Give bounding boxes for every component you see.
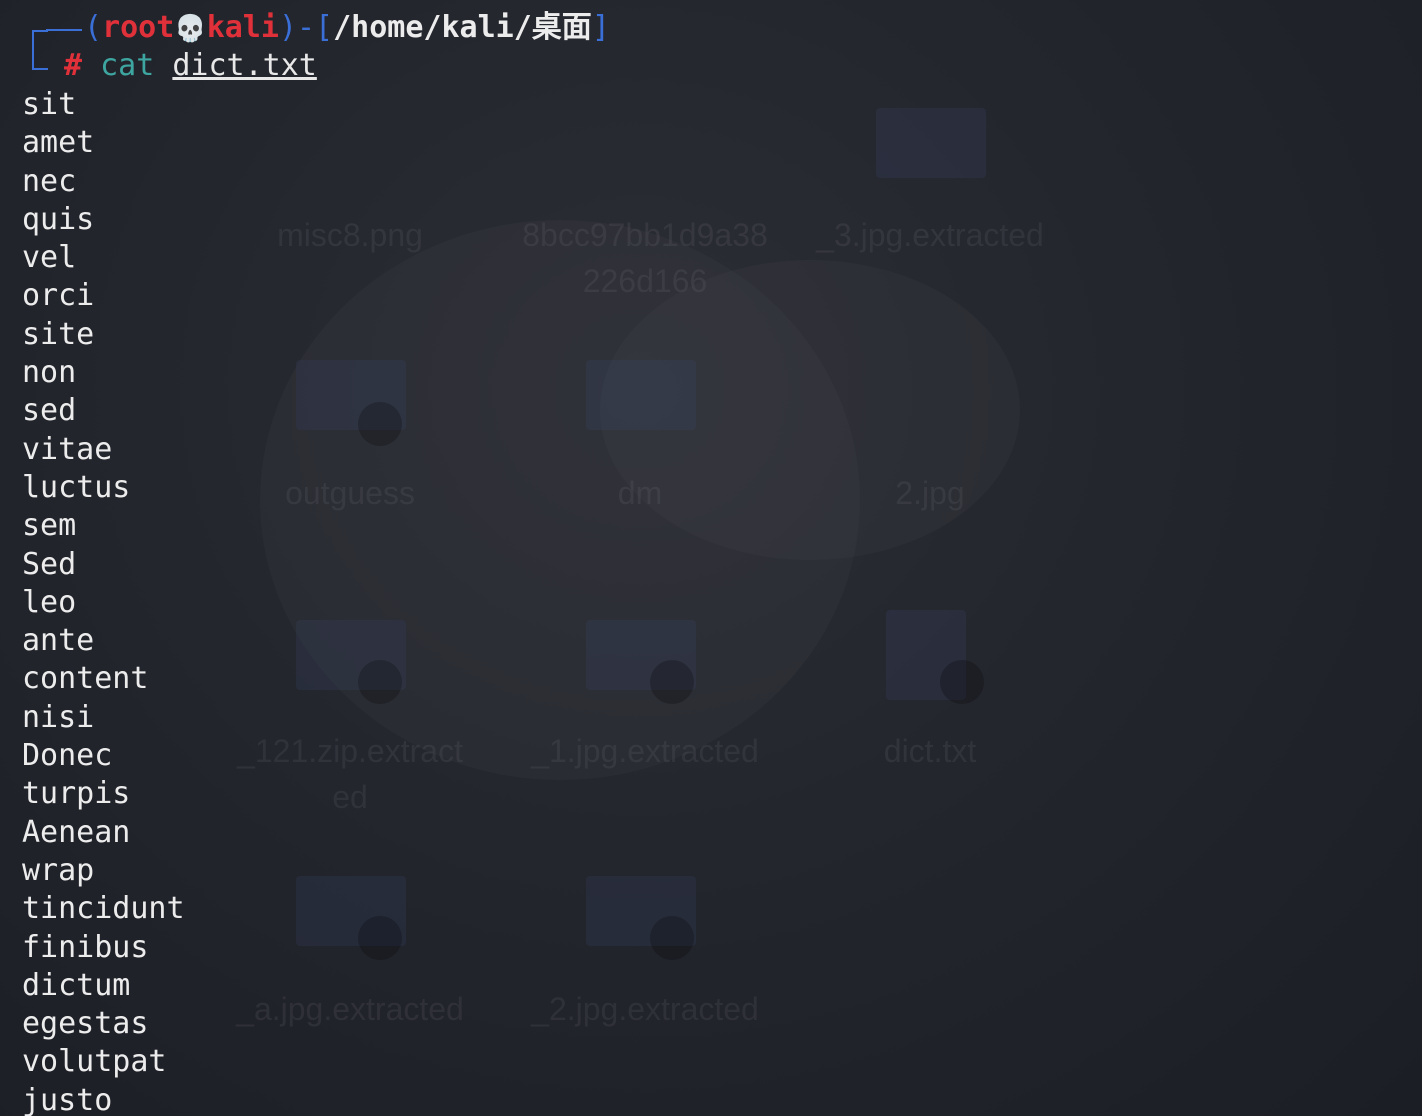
output-line: nec: [22, 163, 77, 199]
output-line: vel: [22, 240, 77, 276]
lock-icon: [650, 916, 694, 960]
output-line: turpis: [22, 776, 131, 812]
prompt-symbol: #: [64, 48, 83, 83]
output-line: wrap: [22, 852, 95, 888]
prompt-corner-line: [32, 30, 48, 70]
prompt-user: root: [102, 10, 175, 45]
output-line: Sed: [22, 546, 77, 582]
desktop-icon-label: _1.jpg.extracted: [531, 733, 759, 769]
desktop-icon-label: outguess: [285, 475, 415, 511]
output-line: volutpat: [22, 1044, 167, 1080]
lock-icon: [650, 660, 694, 704]
output-line: non: [22, 355, 77, 391]
output-line: egestas: [22, 1006, 149, 1042]
lock-icon: [358, 916, 402, 960]
output-line: site: [22, 316, 95, 352]
desktop-icon-label: 8bcc97bb1d9a38226d166: [522, 217, 768, 299]
desktop-icon-label: _a.jpg.extracted: [236, 991, 464, 1027]
lock-icon: [358, 660, 402, 704]
output-line: luctus: [22, 469, 131, 505]
lock-icon: [358, 402, 402, 446]
prompt-header: (root💀kali)-[/home/kali/桌面]: [84, 10, 610, 45]
output-line: dictum: [22, 967, 131, 1003]
desktop-wallpaper: misc8.png 8bcc97bb1d9a38226d166 _3.jpg.e…: [0, 0, 1422, 1116]
command-argument: dict.txt: [172, 48, 317, 83]
output-line: Aenean: [22, 814, 131, 850]
desktop-icon-label: _121.zip.extracted: [237, 733, 463, 815]
terminal-window[interactable]: misc8.png 8bcc97bb1d9a38226d166 _3.jpg.e…: [0, 0, 1422, 1116]
desktop-icon-label: misc8.png: [277, 217, 423, 253]
output-line: quis: [22, 201, 95, 237]
lock-icon: [940, 660, 984, 704]
desktop-icon-label: _2.jpg.extracted: [531, 991, 759, 1027]
command-name: cat: [100, 48, 155, 83]
output-line: Donec: [22, 738, 113, 774]
skull-icon: 💀: [174, 14, 207, 44]
desktop-icon-label: dict.txt: [883, 733, 977, 769]
command-line[interactable]: # cat dict.txt: [64, 46, 317, 86]
prompt-corner-line: [46, 29, 82, 31]
desktop-icon-label: _3.jpg.extracted: [816, 217, 1044, 253]
output-line: sem: [22, 508, 77, 544]
prompt-host: kali: [206, 10, 279, 45]
output-line: ante: [22, 623, 95, 659]
output-line: sed: [22, 393, 77, 429]
desktop-folder-icon: [296, 360, 406, 430]
desktop-icon-label: 2.jpg: [895, 475, 965, 511]
output-line: justo: [22, 1082, 113, 1116]
output-line: finibus: [22, 929, 149, 965]
output-line: sit: [22, 87, 77, 122]
desktop-folder-icon: [876, 108, 986, 178]
prompt-path: /home/kali/桌面: [333, 10, 592, 45]
output-line: amet: [22, 125, 95, 161]
output-line: tincidunt: [22, 891, 185, 927]
desktop-folder-icon: [586, 620, 696, 690]
desktop-folder-icon: [586, 360, 696, 430]
output-line: nisi: [22, 699, 95, 735]
desktop-icon-label: dm: [617, 475, 663, 511]
desktop-folder-icon: [586, 876, 696, 946]
desktop-folder-icon: [296, 876, 406, 946]
desktop-file-icon: [886, 610, 966, 700]
desktop-folder-icon: [296, 620, 406, 690]
output-line: content: [22, 661, 149, 697]
output-line: leo: [22, 584, 77, 620]
output-line: orci: [22, 278, 95, 314]
output-line: vitae: [22, 431, 113, 467]
command-output: sit amet nec quis vel orci site non sed …: [22, 86, 185, 1116]
